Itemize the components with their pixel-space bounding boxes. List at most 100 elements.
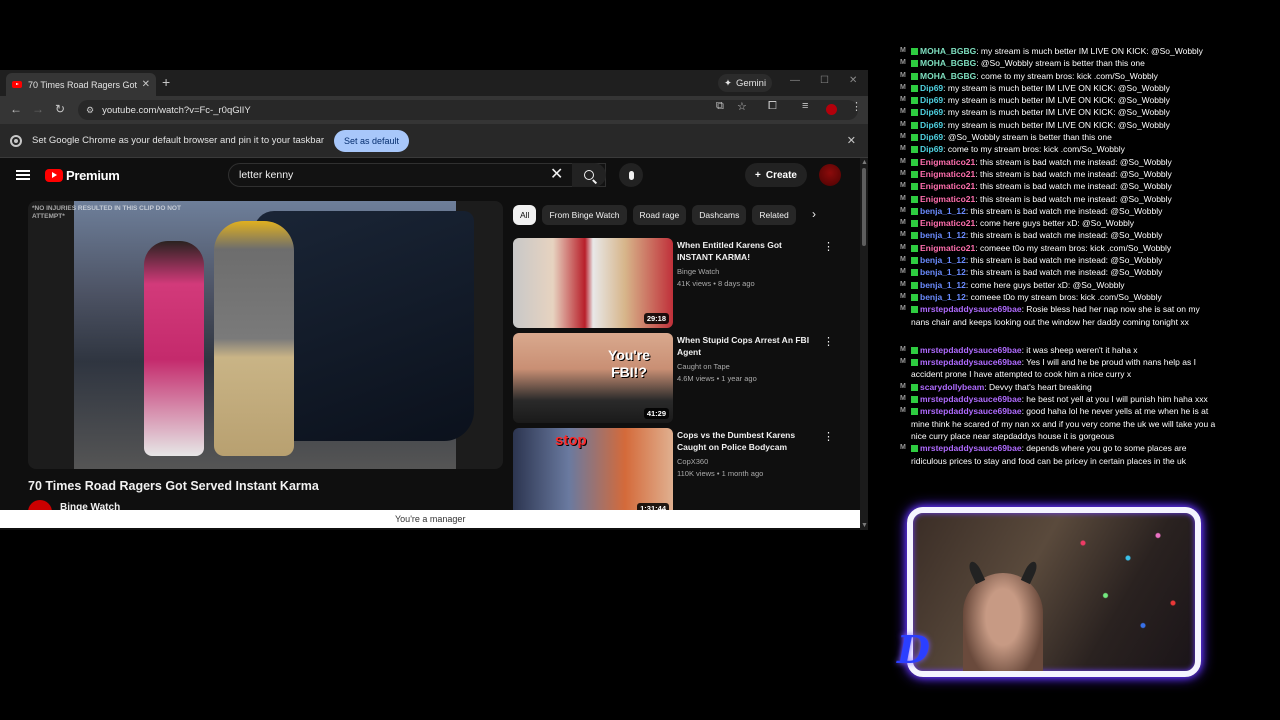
scrollbar-thumb[interactable]	[862, 168, 866, 246]
chat-username[interactable]: Enigmatico21	[920, 194, 975, 204]
chip-from-binge-watch[interactable]: From Binge Watch	[542, 205, 627, 225]
video-duration: 29:18	[643, 313, 669, 324]
chip-road-rage[interactable]: Road rage	[632, 205, 687, 225]
recommendation-channel[interactable]: Caught on Tape	[677, 362, 730, 371]
chat-username[interactable]: Enigmatico21	[920, 157, 975, 167]
forward-arrow-icon[interactable]: →	[32, 102, 44, 116]
moderator-icon: M	[900, 83, 906, 91]
search-button[interactable]	[572, 163, 606, 187]
account-avatar[interactable]	[819, 164, 841, 186]
chrome-logo-icon	[10, 134, 22, 147]
moderator-icon: M	[900, 157, 906, 165]
video-frame	[74, 201, 474, 469]
moderator-icon: M	[900, 231, 906, 239]
chat-username[interactable]: Dip69	[920, 83, 943, 93]
chat-username[interactable]: benja_1_12	[920, 230, 966, 240]
recommendation-item[interactable]: You're FBI!? 41:29 When Stupid Cops Arre…	[513, 333, 853, 423]
media-controls-icon[interactable]: ≡	[802, 100, 808, 112]
chat-text: : Devvy that's heart breaking	[984, 381, 1092, 392]
clear-search-icon[interactable]: ✕	[550, 164, 563, 184]
chat-username[interactable]: mrstepdaddysauce69bae	[920, 357, 1022, 367]
infobar-close-icon[interactable]: ✕	[847, 134, 856, 147]
chat-username[interactable]: mrstepdaddysauce69bae	[920, 304, 1022, 314]
voice-search-button[interactable]	[619, 163, 643, 187]
close-window-icon[interactable]: ✕	[849, 75, 857, 86]
scroll-up-icon[interactable]: ▲	[861, 159, 868, 166]
chat-username[interactable]: MOHA_BGBG	[920, 58, 976, 68]
chip-all[interactable]: All	[513, 205, 537, 225]
maximize-icon[interactable]: ☐	[820, 75, 829, 86]
back-arrow-icon[interactable]: ←	[10, 102, 22, 116]
moderator-icon: M	[900, 219, 906, 227]
minimize-icon[interactable]: —	[790, 75, 800, 86]
create-button[interactable]: + Create	[745, 163, 807, 187]
reload-icon[interactable]: ↻	[55, 102, 65, 116]
recommendation-title[interactable]: When Entitled Karens Got INSTANT KARMA!	[677, 239, 819, 264]
chat-username[interactable]: Enigmatico21	[920, 181, 975, 191]
chat-username[interactable]: mrstepdaddysauce69bae	[920, 345, 1022, 355]
microphone-icon	[628, 170, 634, 180]
gemini-button[interactable]: ✦ Gemini	[718, 74, 773, 92]
chat-username[interactable]: mrstepdaddysauce69bae	[920, 406, 1022, 416]
recommendation-title[interactable]: When Stupid Cops Arrest An FBI Agent	[677, 334, 819, 359]
chat-username[interactable]: Enigmatico21	[920, 243, 975, 253]
video-thumbnail[interactable]: 29:18	[513, 238, 673, 328]
tab-youtube[interactable]: 70 Times Road Ragers Got Served ✕	[6, 73, 156, 96]
more-options-icon[interactable]: ⋮	[823, 240, 834, 253]
video-thumbnail[interactable]: stop 1:31:44	[513, 428, 673, 518]
chat-username[interactable]: Dip69	[920, 95, 943, 105]
chat-username[interactable]: Dip69	[920, 132, 943, 142]
recommendation-item[interactable]: 29:18 When Entitled Karens Got INSTANT K…	[513, 238, 853, 328]
more-options-icon[interactable]: ⋮	[823, 430, 834, 443]
more-options-icon[interactable]: ⋮	[823, 335, 834, 348]
recommendation-channel[interactable]: Binge Watch	[677, 267, 719, 276]
tab-close-icon[interactable]: ✕	[142, 79, 150, 90]
profile-avatar-icon[interactable]	[826, 104, 837, 115]
chat-username[interactable]: scarydollybeam	[920, 382, 984, 392]
chat-badge-icon	[911, 359, 918, 367]
moderator-icon: M	[900, 268, 906, 276]
recommendation-meta: 4.6M views • 1 year ago	[677, 374, 757, 383]
chat-badge-icon	[911, 48, 918, 55]
video-thumbnail[interactable]: You're FBI!? 41:29	[513, 333, 673, 423]
new-tab-button[interactable]: +	[162, 74, 170, 90]
site-info-icon[interactable]: ⚙	[86, 105, 94, 116]
video-player[interactable]: *NO INJURIES RESULTED IN THIS CLIP DO NO…	[28, 201, 503, 469]
chat-username[interactable]: benja_1_12	[920, 292, 966, 302]
chip-dashcams[interactable]: Dashcams	[692, 205, 747, 225]
cast-icon[interactable]: ⧉	[716, 100, 724, 113]
chat-username[interactable]: Dip69	[920, 120, 943, 130]
chat-username[interactable]: MOHA_BGBG	[920, 46, 976, 56]
chat-text: : comeee t0o my stream bros: kick .com/S…	[965, 291, 1162, 302]
chat-username[interactable]: Dip69	[920, 107, 943, 117]
recommendation-item[interactable]: stop 1:31:44 Cops vs the Dumbest Karens …	[513, 428, 853, 518]
chat-badge-icon	[911, 158, 918, 166]
recommendation-channel[interactable]: CopX360	[677, 457, 708, 466]
youtube-premium-logo[interactable]: Premium	[45, 168, 120, 183]
set-as-default-button[interactable]: Set as default	[334, 129, 410, 152]
chip-related[interactable]: Related	[752, 205, 796, 225]
extensions-icon[interactable]: ⧠	[768, 100, 777, 113]
chat-username[interactable]: benja_1_12	[920, 280, 966, 290]
chips-next-icon[interactable]: ›	[812, 207, 816, 221]
video-duration: 41:29	[643, 408, 669, 419]
chat-badge-icon	[911, 445, 918, 453]
plus-icon: +	[755, 169, 761, 181]
chat-username[interactable]: benja_1_12	[920, 206, 966, 216]
menu-hamburger-icon[interactable]	[16, 170, 30, 180]
scroll-down-icon[interactable]: ▼	[861, 522, 868, 529]
chat-username[interactable]: mrstepdaddysauce69bae	[920, 443, 1022, 453]
chat-username[interactable]: Dip69	[920, 144, 943, 154]
chrome-menu-icon[interactable]: ⋮	[851, 100, 862, 113]
recommendation-title[interactable]: Cops vs the Dumbest Karens Caught on Pol…	[677, 429, 819, 454]
chat-badge-icon	[911, 306, 918, 314]
chat-username[interactable]: Enigmatico21	[920, 218, 975, 228]
bookmark-star-icon[interactable]: ☆	[737, 100, 747, 113]
chat-username[interactable]: Enigmatico21	[920, 169, 975, 179]
page-scrollbar[interactable]: ▲ ▼	[860, 158, 868, 530]
chat-username[interactable]: MOHA_BGBG	[920, 71, 976, 81]
video-watermark: *NO INJURIES RESULTED IN THIS CLIP DO NO…	[32, 205, 181, 220]
chat-username[interactable]: mrstepdaddysauce69bae	[920, 394, 1022, 404]
chat-username[interactable]: benja_1_12	[920, 255, 966, 265]
chat-username[interactable]: benja_1_12	[920, 267, 966, 277]
